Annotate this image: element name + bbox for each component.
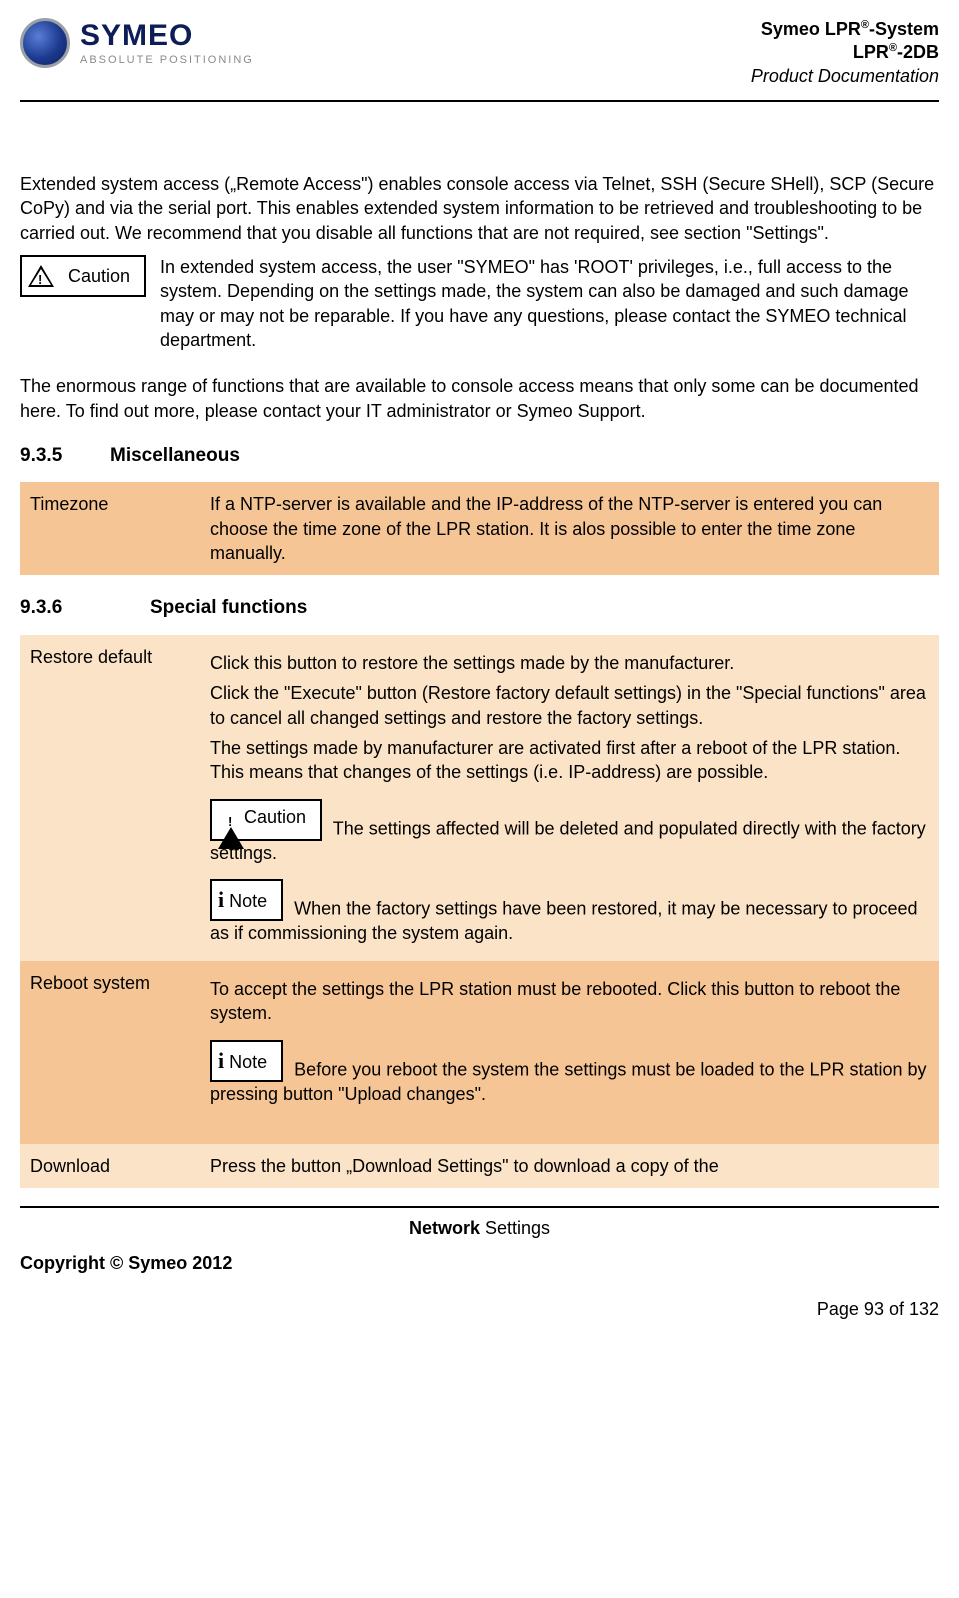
doc-subtitle: Product Documentation: [751, 65, 939, 88]
section-title: Special functions: [150, 597, 307, 618]
table-row: Reboot system To accept the settings the…: [20, 961, 939, 1144]
footer-rule: [20, 1206, 939, 1208]
reboot-note-text: Before you reboot the system the setting…: [210, 1059, 927, 1103]
footer-section-title: Network Settings: [20, 1216, 939, 1240]
logo: SYMEO ABSOLUTE POSITIONING: [20, 18, 254, 68]
restore-p1: Click this button to restore the setting…: [210, 651, 929, 675]
brand-tagline: ABSOLUTE POSITIONING: [80, 55, 254, 66]
caution-label: Caution: [244, 807, 306, 827]
reg-mark: ®: [889, 42, 897, 54]
reboot-p1: To accept the settings the LPR station m…: [210, 977, 929, 1026]
intro-paragraph: Extended system access („Remote Access")…: [20, 172, 939, 245]
warning-icon: !: [218, 807, 244, 849]
section-number: 9.3.5: [20, 443, 110, 469]
restore-p3: The settings made by manufacturer are ac…: [210, 736, 929, 785]
copyright: Copyright © Symeo 2012: [20, 1251, 939, 1275]
note-badge: i Note: [210, 1040, 283, 1082]
doc-title-2b: -2DB: [897, 42, 939, 62]
table-row: Download Press the button „Download Sett…: [20, 1144, 939, 1188]
warning-icon: !: [28, 265, 54, 287]
footer-bold: Network: [409, 1218, 480, 1238]
page-number: Page 93 of 132: [20, 1297, 939, 1321]
reboot-label: Reboot system: [20, 961, 200, 1144]
reboot-cell: To accept the settings the LPR station m…: [200, 961, 939, 1144]
doc-title-1b: -System: [869, 19, 939, 39]
caution-badge: ! Caution: [210, 799, 322, 841]
footer-rest: Settings: [480, 1218, 550, 1238]
restore-note-text: When the factory settings have been rest…: [210, 899, 918, 943]
restore-label: Restore default: [20, 635, 200, 961]
range-paragraph: The enormous range of functions that are…: [20, 374, 939, 423]
timezone-label: Timezone: [20, 482, 200, 575]
section-9-3-6: 9.3.6Special functions: [20, 595, 939, 621]
special-functions-table: Restore default Click this button to res…: [20, 635, 939, 1188]
table-row: Timezone If a NTP-server is available an…: [20, 482, 939, 575]
logo-icon: [20, 18, 70, 68]
caution-block: ! Caution In extended system access, the…: [20, 255, 939, 352]
caution-badge: ! Caution: [20, 255, 146, 297]
main-content: Extended system access („Remote Access")…: [20, 172, 939, 1188]
reg-mark: ®: [861, 19, 869, 31]
download-text: Press the button „Download Settings" to …: [200, 1144, 939, 1188]
note-badge: i Note: [210, 879, 283, 921]
reboot-note-line: i Note Before you reboot the system the …: [210, 1032, 929, 1106]
note-label: Note: [229, 891, 267, 911]
caution-text: In extended system access, the user "SYM…: [160, 255, 939, 352]
page-header: SYMEO ABSOLUTE POSITIONING Symeo LPR®-Sy…: [20, 18, 939, 88]
section-9-3-5: 9.3.5Miscellaneous: [20, 443, 939, 469]
restore-p2: Click the "Execute" button (Restore fact…: [210, 681, 929, 730]
section-title: Miscellaneous: [110, 445, 240, 466]
info-icon: i: [218, 1048, 224, 1073]
info-icon: i: [218, 887, 224, 912]
brand-name: SYMEO: [80, 21, 254, 51]
header-rule: [20, 100, 939, 102]
caution-label: Caution: [68, 264, 130, 288]
note-label: Note: [229, 1052, 267, 1072]
table-row: Restore default Click this button to res…: [20, 635, 939, 961]
doc-title-1a: Symeo LPR: [761, 19, 861, 39]
restore-note-line: i Note When the factory settings have be…: [210, 871, 929, 945]
download-label: Download: [20, 1144, 200, 1188]
restore-caution-line: ! Caution The settings affected will be …: [210, 791, 929, 865]
doc-title-block: Symeo LPR®-System LPR®-2DB Product Docum…: [751, 18, 939, 88]
timezone-table: Timezone If a NTP-server is available an…: [20, 482, 939, 575]
restore-cell: Click this button to restore the setting…: [200, 635, 939, 961]
timezone-text: If a NTP-server is available and the IP-…: [200, 482, 939, 575]
section-number: 9.3.6: [20, 595, 150, 621]
doc-title-2a: LPR: [853, 42, 889, 62]
